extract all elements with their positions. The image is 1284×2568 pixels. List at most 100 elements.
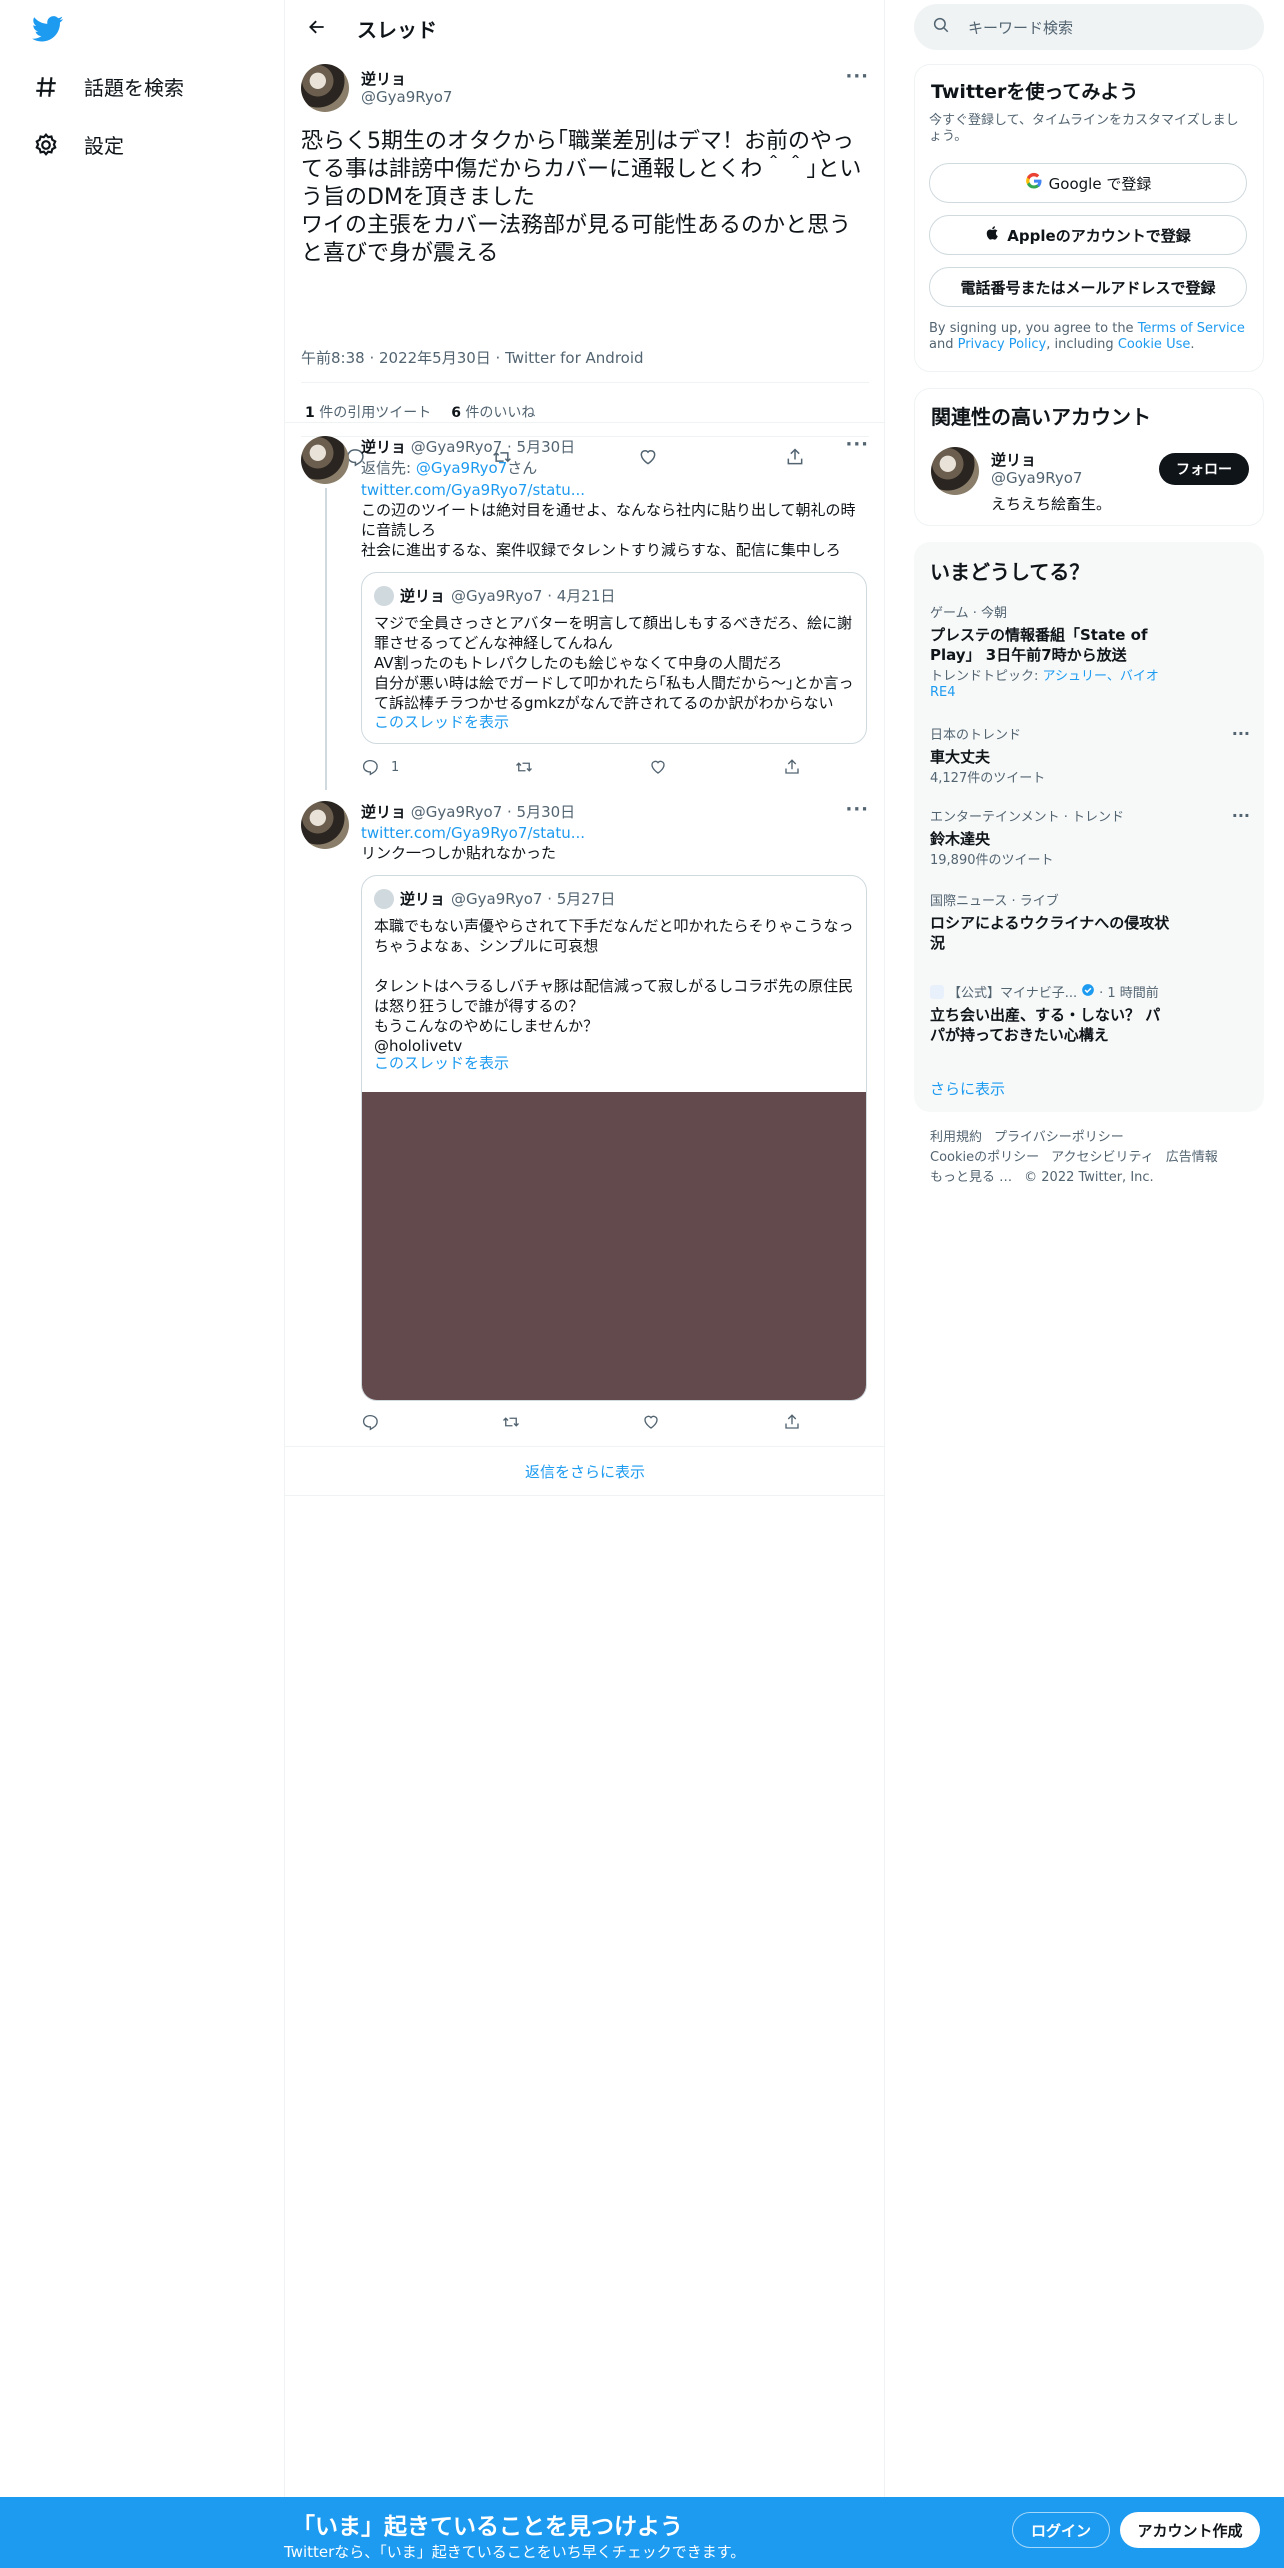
like-icon[interactable] [649,758,667,776]
search-icon [932,16,950,38]
handle-date[interactable]: @Gya9Ryo7 · 5月30日 [411,803,575,821]
tweet-link[interactable]: twitter.com/Gya9Ryo7/statu... [361,480,869,500]
trend-item[interactable]: 【公式】マイナビ子... · 1 時間前 立ち会い出産、する・しない？ パパが持… [930,982,1250,1045]
author-name[interactable]: 逆リョ [361,68,406,89]
apple-icon [985,225,1001,245]
footer-link[interactable]: 利用規約 [930,1130,982,1145]
show-more-replies-button[interactable]: 返信をさらに表示 [285,1446,885,1496]
trend-title: 立ち会い出産、する・しない？ パパが持っておきたい心構え [930,1006,1161,1044]
footer-link[interactable]: 広告情報 [1166,1150,1218,1165]
author-name[interactable]: 逆リョ [361,438,406,456]
show-thread-link[interactable]: このスレッドを表示 [374,711,509,732]
quote-header: 逆リョ @Gya9Ryo7 · 5月27日 [374,888,615,909]
main-column: スレッド 逆リョ @Gya9Ryo7 ··· 恐らく5期生のオタクから｢職業差別… [285,0,885,2497]
avatar[interactable] [931,447,979,495]
show-more-trends-link[interactable]: さらに表示 [930,1078,1005,1099]
more-options-icon[interactable]: ··· [845,434,869,455]
share-icon[interactable] [783,758,801,776]
twitter-logo-icon[interactable] [32,16,64,42]
author-name[interactable]: 逆リョ [361,803,406,821]
search-input[interactable]: キーワード検索 [914,4,1264,50]
signup-card: Twitterを使ってみよう 今すぐ登録して、タイムラインをカスタマイズしましょ… [914,64,1264,372]
tweet-meta[interactable]: 午前8:38 · 2022年5月30日 · Twitter for Androi… [301,347,644,368]
cookie-link[interactable]: Cookie Use [1118,337,1191,352]
privacy-link[interactable]: Privacy Policy [958,337,1047,352]
login-button[interactable]: ログイン [1012,2512,1110,2548]
trends-card: いまどうしてる？ ゲーム · 今朝 プレステの情報番組「State of Pla… [914,542,1264,1112]
account-handle[interactable]: @Gya9Ryo7 [991,469,1082,487]
copyright: © 2022 Twitter, Inc. [1024,1170,1154,1185]
phone-email-signup-button[interactable]: 電話番号またはメールアドレスで登録 [929,267,1247,307]
retweet-icon[interactable] [515,758,533,776]
show-thread-link[interactable]: このスレッドを表示 [374,1052,509,1073]
avatar [374,888,394,909]
banner-title: 「いま」起きていることを見つけよう [292,2514,683,2540]
more-options-icon[interactable]: ··· [1232,806,1250,825]
divider [301,382,869,383]
nav-settings[interactable]: 設定 [32,130,124,159]
quote-header: 逆リョ @Gya9Ryo7 · 4月21日 [374,585,615,606]
footer-more-link[interactable]: もっと見る … [930,1170,1012,1185]
nav-explore-label: 話題を検索 [84,76,184,100]
trend-title: プレステの情報番組「State of Play」 3日午前7時から放送 [930,626,1148,664]
create-account-button[interactable]: アカウント作成 [1120,2512,1260,2548]
left-sidebar: 話題を検索 設定 [0,0,285,2497]
footer-links: 利用規約 プライバシーポリシー Cookieのポリシー アクセシビリティ 広告情報 も… [930,1128,1250,1188]
quote-tweet[interactable]: 逆リョ @Gya9Ryo7 · 5月27日 本職でもない声優やらされて下手だなんだ… [361,875,867,1401]
more-options-icon[interactable]: ··· [845,799,869,820]
reply-tweet[interactable]: 逆リョ @Gya9Ryo7 · 5月30日 ··· 返信先: @Gya9Ryo7… [301,434,869,796]
reply-icon[interactable] [361,1413,379,1431]
reply-icon[interactable]: 1 [361,758,399,776]
footer-link[interactable]: Cookieのポリシー [930,1150,1039,1165]
avatar[interactable] [301,64,349,112]
likes-stat[interactable]: 6 件のいいね [451,402,535,422]
google-signup-button[interactable]: Google で登録 [929,163,1247,203]
back-arrow-icon[interactable] [299,12,335,42]
tweet-link[interactable]: twitter.com/Gya9Ryo7/statu... [361,823,869,843]
verified-badge-icon [1081,983,1095,1001]
footer-link[interactable]: プライバシーポリシー [994,1130,1124,1145]
author-handle[interactable]: @Gya9Ryo7 [361,88,452,106]
reply-tweet[interactable]: 逆リョ @Gya9Ryo7 · 5月30日 ··· twitter.com/Gy… [301,799,869,1441]
reply-to-link[interactable]: @Gya9Ryo7 [416,459,507,477]
share-icon[interactable] [783,1413,801,1431]
focus-tweet: 逆リョ @Gya9Ryo7 ··· 恐らく5期生のオタクから｢職業差別はデマ！お… [301,64,869,467]
apple-signup-button[interactable]: Appleのアカウントで登録 [929,215,1247,255]
like-icon[interactable] [642,1413,660,1431]
trend-title: ロシアによるウクライナへの侵攻状況 [930,914,1170,952]
nav-explore[interactable]: 話題を検索 [32,72,184,101]
avatar[interactable] [301,801,349,849]
quote-tweet[interactable]: 逆リョ @Gya9Ryo7 · 4月21日 マジで全員さっさとアバターを明言して顔… [361,572,867,744]
trend-item[interactable]: エンターテインメント · トレンド 鈴木達央 19,890件のツイート ··· [930,806,1250,869]
quote-media-image[interactable] [362,1092,866,1400]
tweet-header: 逆リョ @Gya9Ryo7 · 5月30日 [361,801,575,822]
google-signup-label: Google で登録 [1048,174,1152,193]
google-icon [1025,172,1043,194]
tweet-stats: 1 件の引用ツイート 6 件のいいね [305,402,535,422]
trend-count: 19,890件のツイート [930,853,1054,868]
avatar[interactable] [301,436,349,484]
search-placeholder: キーワード検索 [968,18,1074,37]
follow-button[interactable]: フォロー [1159,453,1249,485]
quote-tweets-stat[interactable]: 1 件の引用ツイート [305,402,431,422]
retweet-icon[interactable] [502,1413,520,1431]
more-options-icon[interactable]: ··· [1232,724,1250,743]
footer-link[interactable]: アクセシビリティ [1051,1150,1154,1165]
apple-signup-label: Appleのアカウントで登録 [1007,226,1191,245]
account-bio: えちえち絵畜生。 [991,495,1112,513]
reply-to-line: 返信先: @Gya9Ryo7さん [361,459,538,477]
thread-header: スレッド [285,0,885,54]
more-options-icon[interactable]: ··· [845,66,869,87]
terms-link[interactable]: Terms of Service [1138,321,1245,336]
handle-date[interactable]: @Gya9Ryo7 · 5月30日 [411,438,575,456]
tweet-text: この辺のツイートは絶対目を通せよ、なんなら社内に貼り出して朝礼の時に音読しろ 社… [361,501,856,559]
account-name[interactable]: 逆リョ [991,449,1036,470]
related-card-title: 関連性の高いアカウント [931,405,1151,429]
trend-item[interactable]: ゲーム · 今朝 プレステの情報番組「State of Play」 3日午前7時… [930,602,1250,701]
divider [285,422,885,423]
trend-item[interactable]: 国際ニュース · ライブ ロシアによるウクライナへの侵攻状況 [930,890,1250,953]
trend-category: 国際ニュース · ライブ [930,894,1059,909]
trend-item[interactable]: 日本のトレンド 車大丈夫 4,127件のツイート ··· [930,724,1250,787]
trend-category: ゲーム · 今朝 [930,606,1008,621]
page-title: スレッド [357,18,437,42]
